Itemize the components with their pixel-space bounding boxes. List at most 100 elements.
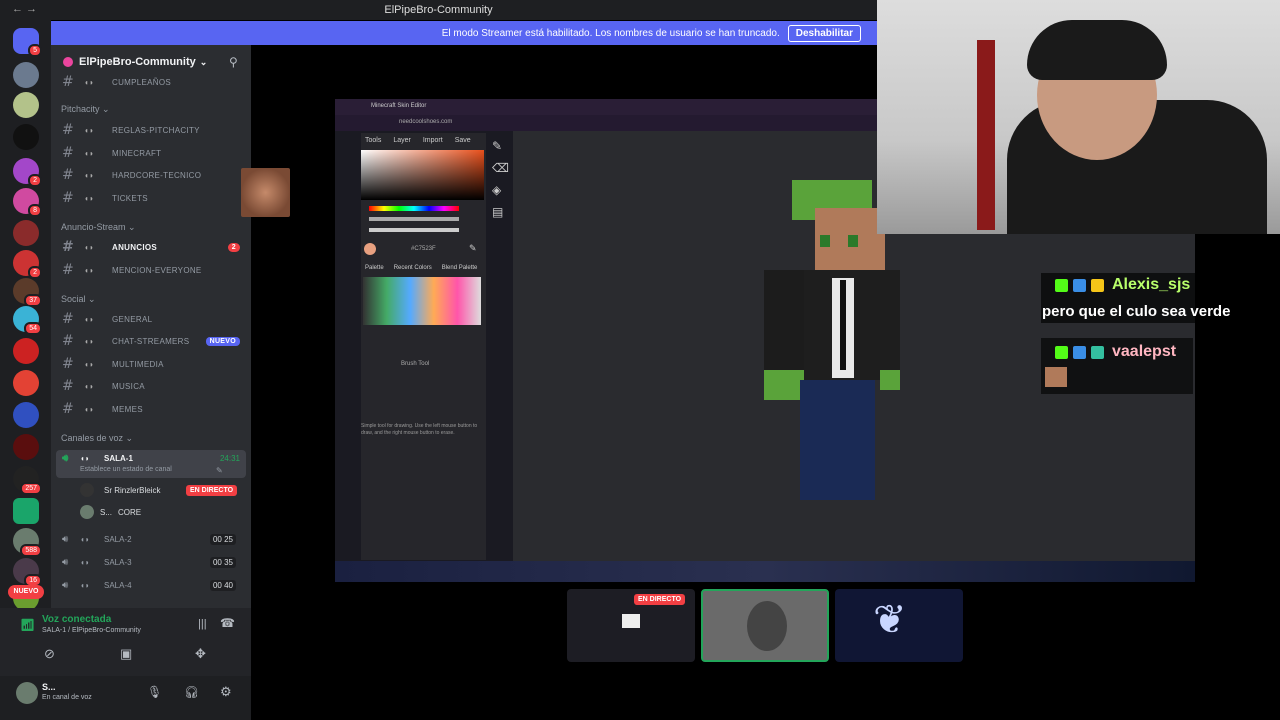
channel-hardcore[interactable]: # ◖◗ HARDCORE-TECNICO	[62, 165, 246, 185]
hex-input[interactable]: #C7523F	[411, 246, 436, 252]
server-icon[interactable]: 2	[13, 158, 42, 187]
channel-musica[interactable]: # ◖◗ MUSICA	[62, 376, 246, 396]
category-voz[interactable]: Canales de voz ⌄	[61, 433, 133, 444]
hash-icon: #	[62, 311, 75, 327]
user-count: 00 40	[209, 579, 236, 591]
channel-tickets[interactable]: # ◖◗ TICKETS	[62, 188, 246, 208]
channel-memes[interactable]: # ◖◗ MEMES	[62, 399, 246, 419]
voice-user-1[interactable]: Sr RinzlerBleick	[80, 481, 160, 499]
channel-label: REGLAS-PITCHACITY	[112, 125, 200, 135]
channel-cumpleanos[interactable]: # ◖◗ CUMPLEAÑOS	[62, 72, 246, 92]
speaker-icon: 🔊︎	[62, 556, 69, 568]
brush-icon[interactable]: ✎	[492, 139, 512, 153]
avatar[interactable]	[16, 682, 38, 704]
fill-icon[interactable]: ◈	[492, 183, 512, 197]
channel-emoji-icon: ◖◗	[84, 381, 95, 391]
channel-multimedia[interactable]: # ◖◗ MULTIMEDIA	[62, 354, 246, 374]
server-icon[interactable]: 37	[13, 278, 42, 307]
eraser-icon[interactable]: ⌫	[492, 161, 512, 175]
signal-icon[interactable]: 📶︎	[20, 618, 35, 632]
tab-blend-palette[interactable]: Blend Palette	[442, 265, 478, 271]
avatar	[747, 601, 787, 651]
lightness-slider[interactable]	[369, 228, 459, 232]
tab-tools[interactable]: Tools	[365, 137, 381, 144]
server-icon[interactable]	[13, 402, 39, 428]
channel-anuncios[interactable]: # ◖◗ ANUNCIOS 2	[62, 237, 246, 257]
noise-suppression-icon[interactable]: |||	[198, 618, 207, 630]
server-header[interactable]: ElPipeBro-Community ⌄	[51, 50, 251, 74]
channel-status[interactable]: Establece un estado de canal	[80, 466, 172, 473]
voice-channel-sala2[interactable]: 🔊︎ ◖◗ SALA-2 00 25	[62, 529, 246, 549]
channel-label: MULTIMEDIA	[112, 359, 164, 369]
hash-icon: #	[62, 190, 75, 206]
channel-label: SALA-4	[104, 580, 132, 590]
voice-channel-sala4[interactable]: 🔊︎ ◖◗ SALA-4 00 40	[62, 575, 246, 595]
activities-icon[interactable]: ✥	[195, 646, 206, 662]
headphones-icon[interactable]: 🎧︎	[184, 685, 199, 699]
server-icon[interactable]	[13, 434, 39, 460]
edit-icon[interactable]: ✎	[216, 466, 223, 475]
nav-arrows[interactable]: ← →	[12, 3, 37, 15]
server-icon[interactable]	[13, 62, 39, 88]
category-social[interactable]: Social ⌄	[61, 294, 96, 305]
tab-recent-colors[interactable]: Recent Colors	[394, 265, 432, 271]
server-icon[interactable]	[13, 338, 39, 364]
server-icon[interactable]	[13, 124, 39, 150]
server-icon[interactable]: 257	[13, 466, 42, 495]
speaker-icon: 🔊︎	[62, 579, 69, 591]
server-icon[interactable]	[13, 220, 39, 246]
eyedropper-icon[interactable]: ✎	[469, 243, 477, 254]
tab-import[interactable]: Import	[423, 137, 443, 144]
tab-layer[interactable]: Layer	[393, 137, 411, 144]
server-icon[interactable]: 8	[13, 188, 42, 217]
mention-badge: 2	[28, 174, 42, 187]
kick-icon[interactable]	[13, 498, 39, 524]
server-icon[interactable]: 588	[13, 528, 42, 557]
avatar	[80, 483, 94, 497]
channel-label: MEMES	[112, 404, 143, 414]
channel-label: HARDCORE-TECNICO	[112, 170, 202, 180]
badge-icon	[1091, 346, 1104, 359]
tab-save[interactable]: Save	[455, 137, 471, 144]
channel-minecraft[interactable]: # ◖◗ MINECRAFT	[62, 143, 246, 163]
server-icon[interactable]: 2	[13, 250, 42, 279]
user-name: Sr RinzlerBleick	[104, 485, 161, 495]
hue-slider[interactable]	[369, 206, 459, 211]
channel-general[interactable]: # ◖◗ GENERAL	[62, 309, 246, 329]
channel-label: ANUNCIOS	[112, 242, 158, 252]
channel-label: MUSICA	[112, 381, 145, 391]
server-icon[interactable]: 16	[13, 558, 42, 587]
browser-tab[interactable]: Minecraft Skin Editor	[371, 103, 426, 109]
invite-icon[interactable]: ⚲	[229, 55, 238, 69]
wings-logo-icon: ❦	[873, 598, 907, 642]
category-pitchacity[interactable]: Pitchacity ⌄	[61, 104, 110, 115]
channel-reglas[interactable]: # ◖◗ REGLAS-PITCHACITY	[62, 120, 246, 140]
channel-emoji-icon: ◖◗	[84, 314, 95, 324]
camera-off-icon[interactable]: ⊘	[44, 646, 55, 662]
microphone-icon[interactable]: 🎙︎	[147, 685, 162, 699]
voice-channel-sala1[interactable]: 🔊︎ ◖◗ SALA-1 24:31	[62, 448, 246, 468]
stream-tile-2-active[interactable]	[701, 589, 829, 662]
screen-share-icon[interactable]: ▣	[120, 646, 132, 662]
legs	[800, 380, 875, 500]
server-icon[interactable]	[13, 370, 39, 396]
settings-gear-icon[interactable]: ⚙	[220, 684, 232, 700]
voice-channel-sala3[interactable]: 🔊︎ ◖◗ SALA-3 00 35	[62, 552, 246, 572]
disconnect-icon[interactable]: ☎︎	[220, 616, 235, 630]
category-anuncio-stream[interactable]: Anuncio-Stream ⌄	[61, 222, 136, 233]
voice-user-2[interactable]: S... CORE	[80, 503, 141, 521]
stream-tile-3[interactable]: ❦	[835, 589, 963, 662]
channel-mencion-everyone[interactable]: # ◖◗ MENCION-EVERYONE	[62, 260, 246, 280]
url-text[interactable]: needcoolshoes.com	[399, 119, 452, 125]
discord-home-icon[interactable]: 5	[13, 28, 42, 57]
channel-chat-streamers[interactable]: # ◖◗ CHAT-STREAMERS NUEVO	[62, 331, 246, 351]
stamp-icon[interactable]: ▤	[492, 205, 512, 219]
saturation-slider[interactable]	[369, 217, 459, 221]
color-palette-grid[interactable]	[363, 277, 481, 325]
user-name: S...	[42, 682, 56, 692]
color-picker-area[interactable]	[361, 150, 484, 200]
server-icon[interactable]	[13, 92, 39, 118]
tab-palette[interactable]: Palette	[365, 265, 384, 271]
server-icon[interactable]: 54	[13, 306, 42, 335]
disable-streamer-button[interactable]: Deshabilitar	[787, 24, 861, 42]
